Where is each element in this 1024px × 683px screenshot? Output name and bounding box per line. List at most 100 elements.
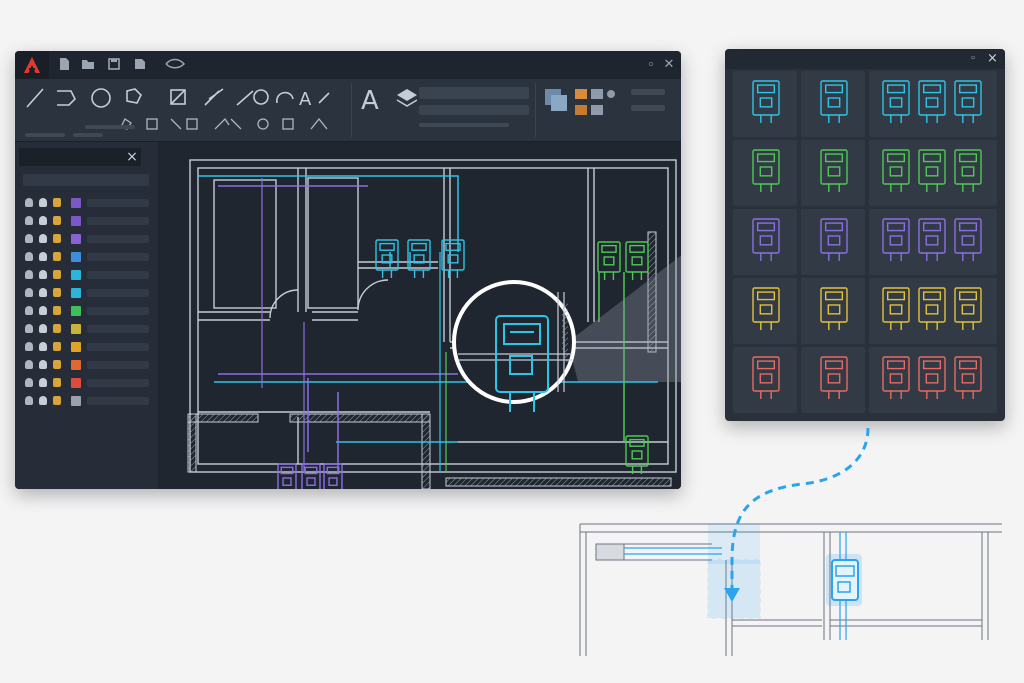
sun-icon[interactable] bbox=[39, 360, 47, 369]
close-icon[interactable]: ✕ bbox=[661, 56, 677, 72]
app-logo[interactable] bbox=[15, 51, 49, 79]
layer-linetype-field[interactable] bbox=[87, 343, 149, 351]
layer-row[interactable] bbox=[23, 376, 149, 390]
sun-icon[interactable] bbox=[39, 342, 47, 351]
layer-linetype-field[interactable] bbox=[87, 379, 149, 387]
block-tools[interactable] bbox=[541, 83, 671, 133]
layer-color-swatch[interactable] bbox=[71, 342, 81, 352]
sun-icon[interactable] bbox=[39, 378, 47, 387]
layer-linetype-field[interactable] bbox=[87, 271, 149, 279]
layer-state-dropdown[interactable] bbox=[419, 105, 529, 115]
meter-icon bbox=[597, 241, 621, 280]
layer-row[interactable] bbox=[23, 196, 149, 210]
layer-color-swatch[interactable] bbox=[71, 234, 81, 244]
bulb-icon[interactable] bbox=[25, 216, 33, 225]
lock-icon[interactable] bbox=[53, 270, 61, 279]
ribbon-label bbox=[25, 133, 65, 137]
sun-icon[interactable] bbox=[39, 198, 47, 207]
panel-close-icon[interactable]: × bbox=[125, 150, 139, 164]
lock-icon[interactable] bbox=[53, 306, 61, 315]
draw-tools[interactable]: A bbox=[23, 85, 343, 111]
sun-icon[interactable] bbox=[39, 288, 47, 297]
layer-color-swatch[interactable] bbox=[71, 324, 81, 334]
bulb-icon[interactable] bbox=[25, 252, 33, 261]
open-folder-icon[interactable] bbox=[81, 57, 95, 71]
sun-icon[interactable] bbox=[39, 216, 47, 225]
lock-icon[interactable] bbox=[53, 342, 61, 351]
sun-icon[interactable] bbox=[39, 270, 47, 279]
lock-icon[interactable] bbox=[53, 324, 61, 333]
layer-color-swatch[interactable] bbox=[71, 360, 81, 370]
bulb-icon[interactable] bbox=[25, 288, 33, 297]
bulb-icon[interactable] bbox=[25, 396, 33, 405]
modify-tools[interactable] bbox=[115, 115, 345, 135]
layer-row[interactable] bbox=[23, 340, 149, 354]
layer-row[interactable] bbox=[23, 358, 149, 372]
bulb-icon[interactable] bbox=[25, 198, 33, 207]
lock-icon[interactable] bbox=[53, 234, 61, 243]
meter-icon bbox=[441, 239, 465, 278]
layer-linetype-field[interactable] bbox=[87, 253, 149, 261]
bulb-icon[interactable] bbox=[25, 342, 33, 351]
bulb-icon[interactable] bbox=[25, 306, 33, 315]
ribbon-separator bbox=[351, 83, 352, 137]
layer-row[interactable] bbox=[23, 214, 149, 228]
layer-row[interactable] bbox=[23, 232, 149, 246]
bulb-icon[interactable] bbox=[25, 270, 33, 279]
title-bar: ▫ ✕ bbox=[15, 51, 681, 79]
bulb-icon[interactable] bbox=[25, 234, 33, 243]
sun-icon[interactable] bbox=[39, 306, 47, 315]
lock-icon[interactable] bbox=[53, 252, 61, 261]
layer-linetype-field[interactable] bbox=[87, 397, 149, 405]
layer-row[interactable] bbox=[23, 268, 149, 282]
preview-walls bbox=[579, 523, 1002, 656]
layer-color-swatch[interactable] bbox=[71, 252, 81, 262]
layer-linetype-field[interactable] bbox=[87, 361, 149, 369]
lock-icon[interactable] bbox=[53, 288, 61, 297]
layer-row[interactable] bbox=[23, 286, 149, 300]
layer-linetype-field[interactable] bbox=[87, 217, 149, 225]
layer-row[interactable] bbox=[23, 304, 149, 318]
bulb-icon[interactable] bbox=[25, 324, 33, 333]
bulb-icon[interactable] bbox=[25, 360, 33, 369]
layer-dropdown[interactable] bbox=[419, 87, 529, 99]
new-file-icon[interactable] bbox=[57, 57, 71, 71]
sun-icon[interactable] bbox=[39, 252, 47, 261]
layer-linetype-field[interactable] bbox=[87, 199, 149, 207]
library-grid bbox=[733, 71, 997, 413]
ribbon-separator bbox=[535, 83, 536, 137]
layer-linetype-field[interactable] bbox=[87, 235, 149, 243]
annotate-tools[interactable]: A bbox=[357, 83, 417, 117]
layer-linetype-field[interactable] bbox=[87, 289, 149, 297]
bulb-icon[interactable] bbox=[25, 378, 33, 387]
sun-icon[interactable] bbox=[39, 324, 47, 333]
meter-icon bbox=[375, 239, 399, 278]
lock-icon[interactable] bbox=[53, 216, 61, 225]
lock-icon[interactable] bbox=[53, 396, 61, 405]
layer-filter-dropdown[interactable] bbox=[23, 174, 149, 186]
sun-icon[interactable] bbox=[39, 234, 47, 243]
layer-row[interactable] bbox=[23, 250, 149, 264]
layer-row[interactable] bbox=[23, 394, 149, 408]
placed-meter-icon bbox=[826, 554, 862, 606]
undo-icon[interactable] bbox=[163, 57, 187, 71]
lock-icon[interactable] bbox=[53, 378, 61, 387]
meter-icon bbox=[301, 463, 321, 489]
layer-color-swatch[interactable] bbox=[71, 306, 81, 316]
save-as-icon[interactable] bbox=[133, 57, 147, 71]
layer-color-swatch[interactable] bbox=[71, 396, 81, 406]
layer-linetype-field[interactable] bbox=[87, 325, 149, 333]
lock-icon[interactable] bbox=[53, 360, 61, 369]
lock-icon[interactable] bbox=[53, 198, 61, 207]
layer-row[interactable] bbox=[23, 322, 149, 336]
layer-linetype-field[interactable] bbox=[87, 307, 149, 315]
save-icon[interactable] bbox=[107, 57, 121, 71]
layer-color-swatch[interactable] bbox=[71, 270, 81, 280]
layer-color-swatch[interactable] bbox=[71, 288, 81, 298]
restore-icon[interactable]: ▫ bbox=[643, 56, 659, 72]
layer-color-swatch[interactable] bbox=[71, 378, 81, 388]
ribbon-label bbox=[73, 133, 103, 137]
layer-color-swatch[interactable] bbox=[71, 198, 81, 208]
sun-icon[interactable] bbox=[39, 396, 47, 405]
layer-color-swatch[interactable] bbox=[71, 216, 81, 226]
